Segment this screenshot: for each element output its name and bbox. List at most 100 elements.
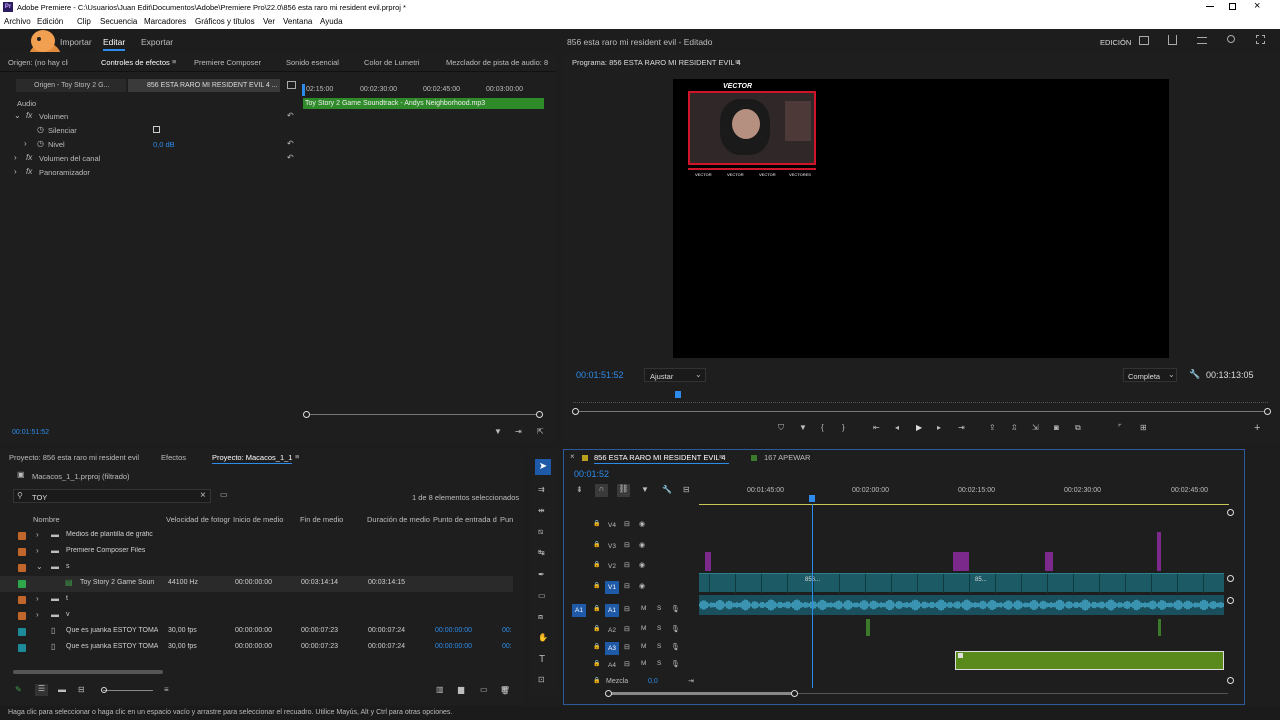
- reset-icon[interactable]: ↶: [287, 111, 294, 120]
- lock-icon[interactable]: 🔒: [593, 605, 600, 612]
- track-label[interactable]: A4: [605, 659, 619, 672]
- v1-clip-segment[interactable]: [995, 574, 996, 593]
- tab-editar[interactable]: Editar: [103, 37, 125, 47]
- v1-clip-segment[interactable]: [943, 574, 944, 593]
- vertical-scroll-handle[interactable]: [1227, 677, 1234, 684]
- zoom-slider[interactable]: [101, 687, 153, 693]
- automate-to-sequence-icon[interactable]: ▥: [436, 685, 444, 694]
- workspace-label[interactable]: EDICIÓN: [1100, 38, 1131, 47]
- expand-icon[interactable]: ›: [14, 167, 17, 176]
- tab-sequence-apewar[interactable]: 167 APEWAR: [764, 453, 810, 462]
- lock-icon[interactable]: 🔒: [593, 677, 600, 684]
- sync-lock-icon[interactable]: ⊟: [624, 625, 630, 633]
- ec-audio-clip-bar[interactable]: Toy Story 2 Game Soundtrack - Andys Neig…: [303, 98, 544, 109]
- project-row[interactable]: ▯ Que es juanka ESTOY TOMA 30,00 fps 00:00:…: [0, 624, 513, 640]
- v2-clip[interactable]: [1157, 532, 1161, 571]
- v1-clip-segment[interactable]: [787, 574, 788, 593]
- tab-effect-controls[interactable]: Controles de efectos: [101, 58, 170, 67]
- solo-track-button[interactable]: S: [657, 625, 661, 632]
- timeline-timecode[interactable]: 00:01:52: [574, 469, 609, 479]
- v1-clip-segment[interactable]: [1151, 574, 1152, 593]
- track-label[interactable]: A2: [605, 624, 619, 637]
- project-row[interactable]: › ▬ Medios de plantilla de gráfic: [0, 528, 513, 544]
- search-help-icon[interactable]: [1227, 35, 1235, 43]
- a2-audio-clip[interactable]: [866, 619, 870, 636]
- program-timecode[interactable]: 00:01:51:52: [576, 370, 624, 380]
- mark-out-icon[interactable]: }: [842, 423, 845, 432]
- col-inicio[interactable]: Inicio de medio: [233, 515, 283, 524]
- ec-time-ruler[interactable]: 02:15:00 00:02:30:00 00:02:45:00 00:03:0…: [302, 84, 547, 96]
- sort-icon[interactable]: ≡: [164, 685, 169, 694]
- play-icon[interactable]: ▶: [916, 423, 922, 432]
- project-row[interactable]: › ▬ Premiere Composer Files: [0, 544, 513, 560]
- mute-checkbox[interactable]: [153, 126, 160, 133]
- solo-track-button[interactable]: S: [657, 605, 661, 612]
- reset-icon[interactable]: ↶: [287, 139, 294, 148]
- mix-track-header[interactable]: 🔒 Mezcla 0,0 ⇥: [564, 677, 699, 689]
- v1-clip-segment[interactable]: [1021, 574, 1022, 593]
- tab-menu-icon[interactable]: ≡: [735, 57, 739, 66]
- razor-icon[interactable]: ⧅: [538, 527, 543, 537]
- solo-track-button[interactable]: S: [657, 643, 661, 650]
- v1-clip-segment[interactable]: [969, 574, 970, 593]
- ec-nivel-value[interactable]: 0,0 dB: [153, 140, 175, 149]
- ec-row-silenciar[interactable]: ◷ Silenciar: [12, 125, 300, 137]
- mix-value[interactable]: 0,0: [648, 678, 658, 685]
- v1-clip-segment[interactable]: [1047, 574, 1048, 593]
- expand-icon[interactable]: ›: [36, 594, 39, 603]
- camera-icon[interactable]: ◙: [1054, 423, 1059, 432]
- track-header-v3[interactable]: 🔒 V3 ⊟ ◉: [564, 541, 699, 553]
- wrench-icon[interactable]: 🔧: [1189, 369, 1200, 380]
- timeline-zoom-bar[interactable]: [605, 690, 1228, 698]
- menu-ver[interactable]: Ver: [263, 17, 275, 26]
- menu-graficos[interactable]: Gráficos y títulos: [195, 17, 255, 26]
- source-clip-selector[interactable]: Origen - Toy Story 2 G...: [16, 79, 126, 92]
- panel-layout-icon[interactable]: [1139, 36, 1149, 45]
- track-label[interactable]: V2: [605, 560, 619, 573]
- hand-icon[interactable]: ✋: [538, 633, 548, 642]
- linked-selection-icon[interactable]: ⛓: [617, 484, 630, 497]
- label-color-swatch[interactable]: [18, 596, 26, 604]
- track-label[interactable]: V4: [605, 519, 619, 532]
- v2-clip[interactable]: [1045, 552, 1053, 571]
- expand-icon[interactable]: ›: [36, 546, 39, 555]
- v1-clip-segment[interactable]: [917, 574, 918, 593]
- ec-row-panoramizador[interactable]: › fx Panoramizador: [12, 167, 300, 179]
- tab-essential-sound[interactable]: Sonido esencial: [286, 58, 339, 67]
- timeline-playhead-line[interactable]: [812, 504, 813, 688]
- mic-icon[interactable]: 🎙: [671, 660, 680, 668]
- label-color-swatch[interactable]: [18, 532, 26, 540]
- tab-project-main[interactable]: Proyecto: 856 esta raro mi resident evil: [9, 453, 139, 462]
- track-header-v2[interactable]: 🔒 V2 ⊟ ◉: [564, 561, 699, 573]
- source-patch-a1[interactable]: A1: [572, 604, 586, 617]
- stopwatch-icon[interactable]: ◷: [37, 139, 44, 148]
- scroll-handle-left[interactable]: [303, 411, 310, 418]
- program-time-ruler[interactable]: [573, 389, 1268, 403]
- ripple-edit-icon[interactable]: ⇹: [538, 506, 545, 515]
- track-header-v4[interactable]: 🔒 V4 ⊟ ◉: [564, 520, 699, 532]
- quick-export-icon[interactable]: [1197, 37, 1207, 44]
- lock-icon[interactable]: 🔒: [593, 541, 600, 548]
- proxy-icon[interactable]: ⊞: [1140, 423, 1147, 432]
- solo-track-button[interactable]: S: [657, 660, 661, 667]
- eye-icon[interactable]: ◉: [639, 541, 645, 549]
- col-duracion[interactable]: Duración de medio: [367, 515, 430, 524]
- go-to-out-icon[interactable]: ⇥: [958, 423, 965, 432]
- menu-ayuda[interactable]: Ayuda: [320, 17, 343, 26]
- timeline-ruler[interactable]: 00:01:45:00 00:02:00:00 00:02:15:00 00:02:3…: [699, 485, 1229, 505]
- project-row[interactable]: ⌄ ▬ s: [0, 560, 513, 576]
- tab-audio-mixer[interactable]: Mezclador de pista de audio: 8: [446, 58, 548, 67]
- v1-clip-segment[interactable]: [865, 574, 866, 593]
- ec-mini-icon[interactable]: [287, 81, 296, 89]
- a2-audio-clip[interactable]: [1158, 619, 1161, 636]
- sync-lock-icon[interactable]: ⊟: [624, 660, 630, 668]
- v2-clip[interactable]: [953, 552, 969, 571]
- sequence-clip-selector[interactable]: 856 ESTA RARO MI RESIDENT EVIL 4 ...: [128, 79, 280, 92]
- menu-ventana[interactable]: Ventana: [283, 17, 312, 26]
- track-header-a1[interactable]: A1 🔒 A1 ⊟ M S 🎙: [564, 604, 699, 617]
- program-monitor-title[interactable]: Programa: 856 ESTA RARO MI RESIDENT EVIL…: [572, 58, 741, 67]
- tab-project-macacos[interactable]: Proyecto: Macacos_1_1: [212, 453, 292, 462]
- project-row[interactable]: ▯ Que es juanka ESTOY TOMA 30,00 fps 00:00:…: [0, 640, 513, 656]
- trash-icon[interactable]: 🗑: [500, 686, 510, 695]
- tab-menu-icon[interactable]: ≡: [172, 57, 176, 66]
